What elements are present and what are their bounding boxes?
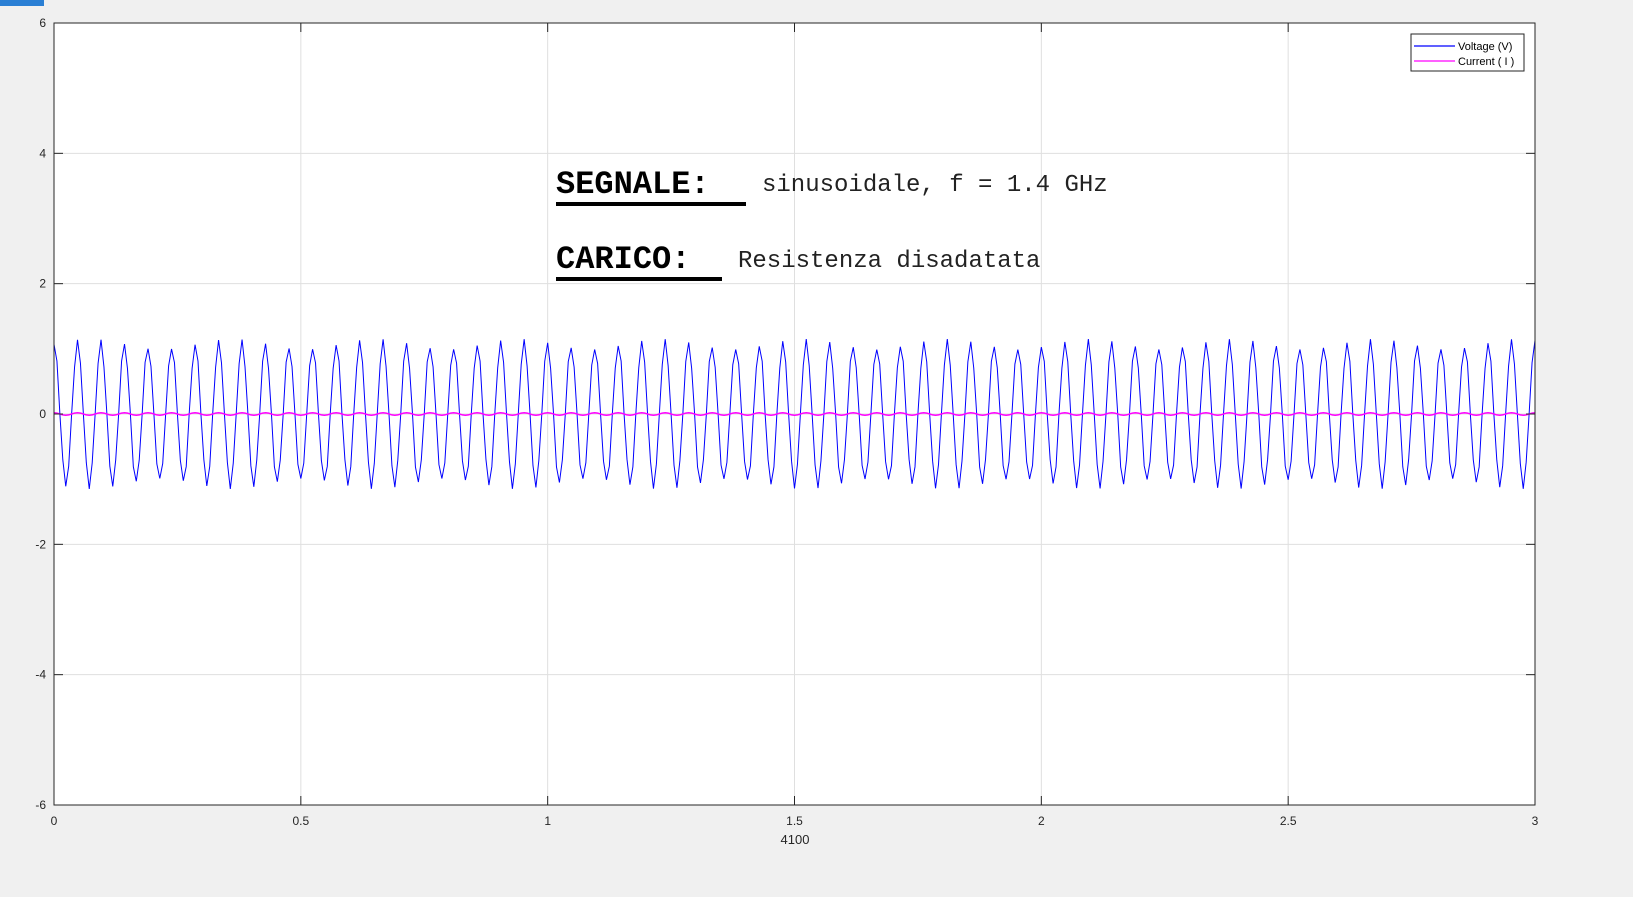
x-tick-label: 3: [1532, 814, 1539, 828]
x-axis-label: 4100: [781, 832, 810, 847]
line-chart: 0 0.5 1 1.5 2 2.5 3 -6 -4 -2 0 2 4 6 4100 SEGNALE: si…: [35, 16, 1539, 847]
x-tick-label: 0.5: [292, 814, 309, 828]
y-tick-label: -6: [35, 798, 46, 812]
legend[interactable]: Voltage (V) Current ( I ): [1410, 33, 1525, 72]
y-tick-label: 4: [39, 146, 46, 160]
legend-label-voltage: Voltage (V): [1458, 41, 1512, 53]
y-tick-label: -4: [35, 668, 46, 682]
signal-description: sinusoidale, f = 1.4 GHz: [762, 172, 1108, 199]
x-tick-label: 1.5: [786, 814, 803, 828]
x-tick-label: 2.5: [1280, 814, 1297, 828]
y-tick-label: 0: [39, 407, 46, 421]
load-heading: CARICO:: [556, 241, 690, 278]
figure-window: 0 0.5 1 1.5 2 2.5 3 -6 -4 -2 0 2 4 6 4100 SEGNALE: si…: [0, 0, 1633, 897]
x-tick-label: 1: [544, 814, 551, 828]
y-tick-label: 2: [39, 277, 46, 291]
y-tick-label: 6: [39, 16, 46, 30]
x-tick-label: 0: [51, 814, 58, 828]
signal-heading: SEGNALE:: [556, 166, 710, 203]
x-tick-label: 2: [1038, 814, 1045, 828]
y-tick-label: -2: [35, 537, 46, 551]
load-description: Resistenza disadatata: [738, 248, 1040, 275]
legend-label-current: Current ( I ): [1458, 56, 1514, 68]
